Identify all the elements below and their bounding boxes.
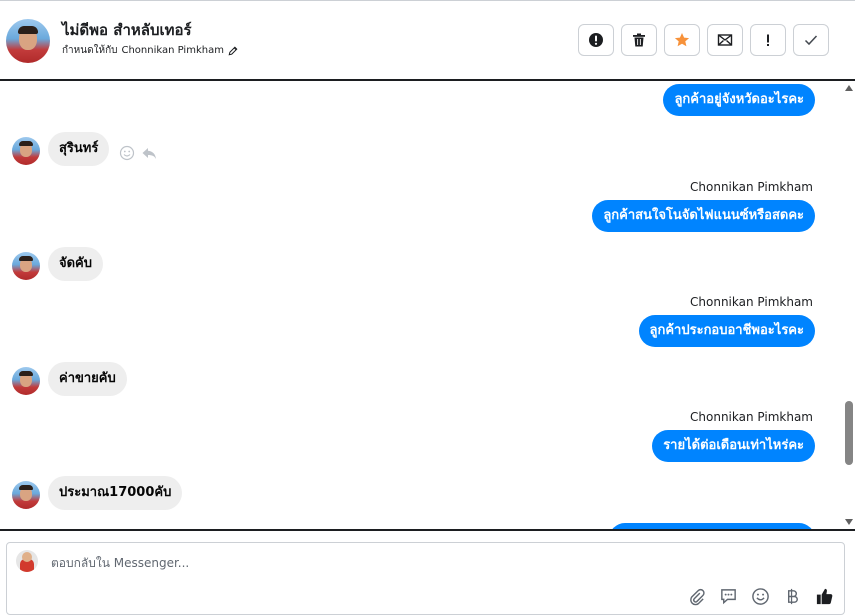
assignee-name[interactable]: Chonnikan Pimkham (121, 45, 223, 56)
sender-name: Chonnikan Pimkham (690, 295, 813, 309)
composer-tools (687, 587, 834, 606)
mark-done-button[interactable] (793, 24, 829, 56)
scroll-thumb[interactable] (845, 401, 853, 465)
incoming-message[interactable]: สุรินทร์ (48, 132, 110, 166)
paperclip-icon[interactable] (687, 587, 706, 606)
baht-icon[interactable] (783, 587, 802, 606)
pencil-icon[interactable] (228, 46, 238, 56)
incoming-message[interactable]: ค่าขายคับ (48, 362, 127, 396)
sender-name: Chonnikan Pimkham (690, 410, 813, 424)
incoming-message[interactable]: จัดคับ (48, 247, 104, 281)
envelope-icon (717, 34, 733, 46)
message-thread[interactable]: ลูกค้าอยู่จังหวัดอะไรคะ สุรินทร์ Chonnik… (0, 81, 855, 529)
star-button[interactable] (664, 24, 700, 56)
outgoing-message[interactable]: ลูกค้าสนใจโนจัดไฟแนนซ์หรือสดคะ (592, 200, 815, 232)
react-emoji-icon[interactable] (119, 145, 135, 161)
contact-name[interactable]: ไม่ดีพอ สำหลับเทอร์ (62, 18, 192, 42)
contact-avatar-small[interactable] (12, 137, 40, 165)
outgoing-message[interactable]: ลูกค้าอยู่จังหวัดอะไรคะ (663, 84, 815, 116)
trash-icon (633, 33, 645, 47)
page-avatar (16, 550, 38, 572)
conversation-header: ไม่ดีพอ สำหลับเทอร์ กำหนดให้กับ Chonnika… (0, 0, 855, 81)
thumbs-up-icon[interactable] (815, 587, 834, 606)
incoming-message[interactable]: ประมาณ17000คับ (48, 476, 183, 510)
scroll-up-arrow-icon[interactable] (845, 85, 853, 91)
exclamation-icon (767, 34, 769, 46)
outgoing-message[interactable]: ลูกค้าประกอบอาชีพอะไรคะ (638, 315, 815, 347)
star-icon (674, 33, 690, 47)
message-actions (119, 145, 157, 161)
saved-reply-icon[interactable] (719, 587, 738, 606)
reply-icon[interactable] (141, 145, 157, 161)
contact-avatar-small[interactable] (12, 252, 40, 280)
reply-composer[interactable] (6, 542, 845, 615)
emoji-icon[interactable] (751, 587, 770, 606)
check-icon (804, 35, 818, 46)
contact-avatar-small[interactable] (12, 367, 40, 395)
delete-button[interactable] (621, 24, 657, 56)
contact-avatar-small[interactable] (12, 481, 40, 509)
sender-name: Chonnikan Pimkham (690, 180, 813, 194)
outgoing-message[interactable]: รายได้ต่อเดือนเท่าไหร่คะ (652, 430, 815, 462)
mark-spam-button[interactable] (578, 24, 614, 56)
reply-input[interactable] (51, 556, 651, 570)
header-actions (578, 24, 829, 56)
thread-scrollbar[interactable] (843, 81, 855, 529)
composer-area (0, 529, 855, 615)
exclamation-circle-icon (589, 33, 603, 47)
scroll-down-arrow-icon[interactable] (845, 519, 853, 525)
follow-up-button[interactable] (750, 24, 786, 56)
assigned-prefix: กำหนดให้กับ (62, 45, 118, 56)
assignment-line: กำหนดให้กับ Chonnikan Pimkham (62, 43, 238, 58)
mark-unread-button[interactable] (707, 24, 743, 56)
contact-avatar[interactable] (6, 19, 50, 63)
top-divider (0, 0, 855, 1)
